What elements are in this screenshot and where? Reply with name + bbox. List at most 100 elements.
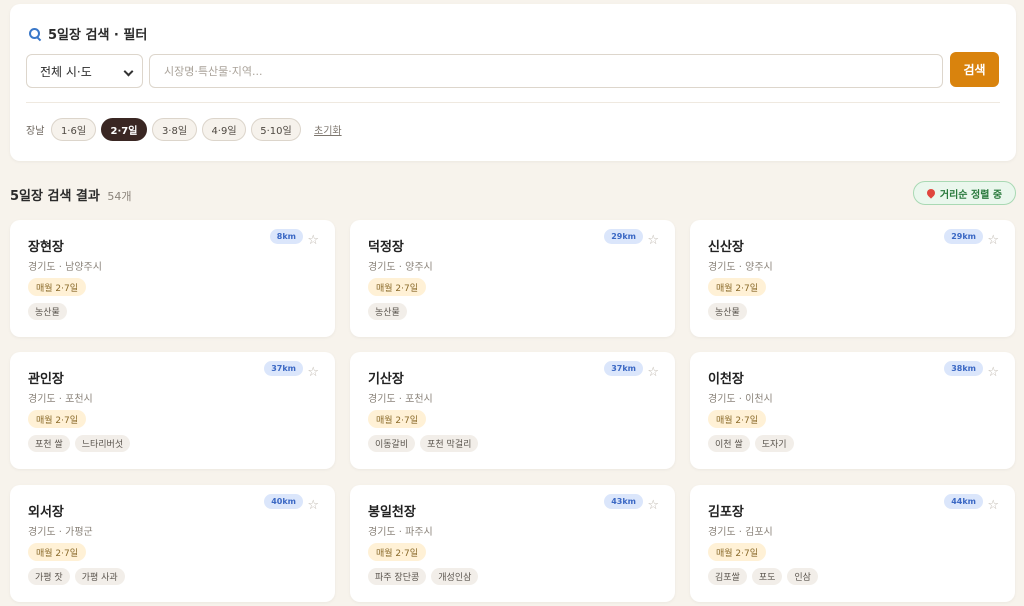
market-tag: 포천 쌀 (28, 435, 70, 452)
market-tags: 파주 장단콩 개성인삼 (368, 568, 479, 585)
day-chip-1-6[interactable]: 1·6일 (51, 118, 96, 141)
market-name: 외서장 (28, 505, 64, 520)
location-pin-icon (925, 187, 937, 199)
market-card-sinsan[interactable]: 신산장 경기도 · 양주시 매월 2·7일 농산물 29km ☆ (690, 220, 1015, 337)
distance-badge: 8km (269, 229, 303, 244)
market-tag: 이천 쌀 (708, 435, 750, 452)
market-location: 경기도 · 이천시 (708, 394, 773, 405)
market-tag: 김포쌀 (708, 568, 747, 585)
market-card-jangh[interactable]: 장현장 경기도 · 남양주시 매월 2·7일 농산물 8km ☆ (10, 220, 335, 337)
market-tag: 가평 사과 (74, 568, 125, 585)
market-name: 기산장 (368, 372, 404, 387)
market-tag: 농산물 (708, 303, 747, 320)
star-icon[interactable]: ☆ (647, 499, 659, 512)
market-day-badge: 매월 2·7일 (368, 410, 427, 428)
market-tag: 농산물 (368, 303, 407, 320)
market-tag: 이동갈비 (368, 435, 416, 452)
market-card-bongilcheon[interactable]: 봉일천장 경기도 · 파주시 매월 2·7일 파주 장단콩 개성인삼 43km … (350, 485, 675, 602)
market-day-label: 장날 (26, 126, 45, 137)
market-location: 경기도 · 포천시 (368, 394, 433, 405)
star-icon[interactable]: ☆ (987, 366, 999, 379)
star-icon[interactable]: ☆ (647, 234, 659, 247)
market-card-deokjeong[interactable]: 덕정장 경기도 · 양주시 매월 2·7일 농산물 29km ☆ (350, 220, 675, 337)
market-name: 덕정장 (368, 240, 404, 255)
star-icon[interactable]: ☆ (647, 366, 659, 379)
market-tags: 농산물 (708, 303, 747, 320)
market-tag: 파주 장단콩 (368, 568, 427, 585)
results-title: 5일장 검색 결과 54개 (10, 185, 132, 204)
market-location: 경기도 · 양주시 (708, 262, 773, 273)
market-tags: 농산물 (368, 303, 407, 320)
distance-badge: 37km (264, 361, 303, 376)
market-name: 이천장 (708, 372, 744, 387)
distance-badge: 44km (944, 494, 983, 509)
market-day-badge: 매월 2·7일 (368, 543, 427, 561)
market-day-badge: 매월 2·7일 (28, 278, 87, 296)
distance-badge: 29km (944, 229, 983, 244)
market-tag: 포도 (751, 568, 783, 585)
results-count: 54개 (107, 190, 132, 203)
star-icon[interactable]: ☆ (307, 234, 319, 247)
market-tags: 포천 쌀 느타리버섯 (28, 435, 131, 452)
market-day-badge: 매월 2·7일 (28, 543, 87, 561)
region-select[interactable]: 전체 시·도 (26, 54, 143, 88)
market-day-badge: 매월 2·7일 (708, 543, 767, 561)
search-input[interactable]: 시장명·특산물·지역... (149, 54, 943, 88)
search-icon (28, 27, 42, 41)
market-day-badge: 매월 2·7일 (708, 410, 767, 428)
market-name: 장현장 (28, 240, 64, 255)
market-day-badge: 매월 2·7일 (28, 410, 87, 428)
market-name: 봉일천장 (368, 505, 416, 520)
day-chip-4-9[interactable]: 4·9일 (202, 118, 246, 141)
market-tag: 개성인삼 (431, 568, 479, 585)
market-card-oeseo[interactable]: 외서장 경기도 · 가평군 매월 2·7일 가평 잣 가평 사과 40km ☆ (10, 485, 335, 602)
market-tags: 가평 잣 가평 사과 (28, 568, 125, 585)
market-day-badge: 매월 2·7일 (368, 278, 427, 296)
star-icon[interactable]: ☆ (987, 234, 999, 247)
market-tag: 느타리버섯 (74, 435, 131, 452)
day-chip-2-7[interactable]: 2·7일 (101, 118, 147, 141)
day-chip-5-10[interactable]: 5·10일 (251, 118, 301, 141)
market-tag: 포천 막걸리 (420, 435, 479, 452)
results-title-text: 5일장 검색 결과 (10, 189, 100, 204)
market-day-badge: 매월 2·7일 (708, 278, 767, 296)
market-tag: 농산물 (28, 303, 67, 320)
market-tag: 인삼 (787, 568, 818, 585)
star-icon[interactable]: ☆ (987, 499, 999, 512)
distance-badge: 40km (264, 494, 303, 509)
filter-title-text: 5일장 검색 · 필터 (48, 28, 148, 43)
search-placeholder: 시장명·특산물·지역... (164, 65, 263, 78)
market-card-icheon[interactable]: 이천장 경기도 · 이천시 매월 2·7일 이천 쌀 도자기 38km ☆ (690, 352, 1015, 469)
market-tag: 도자기 (754, 435, 794, 452)
distance-badge: 38km (944, 361, 983, 376)
market-tags: 김포쌀 포도 인삼 (708, 568, 818, 585)
market-card-gisan[interactable]: 기산장 경기도 · 포천시 매월 2·7일 이동갈비 포천 막걸리 37km ☆ (350, 352, 675, 469)
day-chip-3-8[interactable]: 3·8일 (152, 118, 197, 141)
market-tags: 이천 쌀 도자기 (708, 435, 794, 452)
search-button[interactable]: 검색 (950, 52, 999, 87)
market-card-gwanin[interactable]: 관인장 경기도 · 포천시 매월 2·7일 포천 쌀 느타리버섯 37km ☆ (10, 352, 335, 469)
divider (26, 102, 1000, 103)
market-location: 경기도 · 양주시 (368, 262, 433, 273)
market-name: 관인장 (28, 372, 64, 387)
market-location: 경기도 · 파주시 (368, 527, 433, 538)
distance-badge: 43km (604, 494, 643, 509)
distance-badge: 37km (604, 361, 643, 376)
market-location: 경기도 · 가평군 (28, 527, 93, 538)
market-name: 신산장 (708, 240, 744, 255)
market-name: 김포장 (708, 505, 744, 520)
market-location: 경기도 · 남양주시 (28, 262, 102, 273)
region-select-value: 전체 시·도 (40, 64, 92, 79)
filter-title: 5일장 검색 · 필터 (28, 24, 147, 43)
reset-link[interactable]: 초기화 (314, 122, 342, 137)
distance-badge: 29km (604, 229, 643, 244)
market-card-gimpo[interactable]: 김포장 경기도 · 김포시 매월 2·7일 김포쌀 포도 인삼 44km ☆ (690, 485, 1015, 602)
star-icon[interactable]: ☆ (307, 499, 319, 512)
chevron-down-icon (123, 66, 134, 77)
market-tags: 이동갈비 포천 막걸리 (368, 435, 479, 452)
star-icon[interactable]: ☆ (307, 366, 319, 379)
sort-badge[interactable]: 거리순 정렬 중 (913, 181, 1016, 205)
filter-panel: 5일장 검색 · 필터 전체 시·도 시장명·특산물·지역... 검색 장날 1… (10, 4, 1016, 161)
market-tag: 가평 잣 (28, 568, 70, 585)
market-tags: 농산물 (28, 303, 67, 320)
